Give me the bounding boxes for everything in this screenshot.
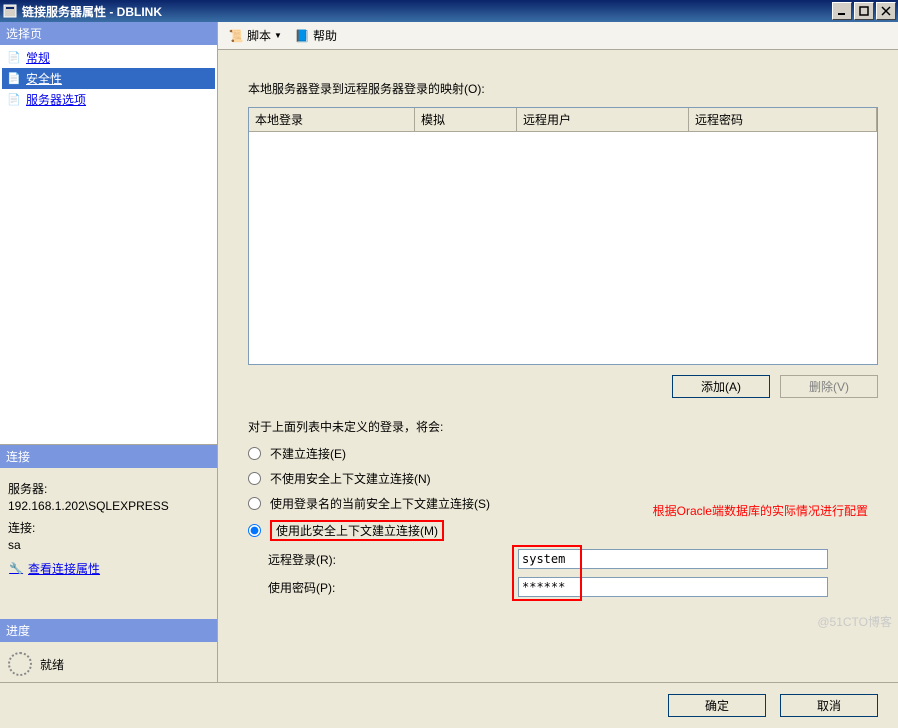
script-label: 脚本 — [247, 27, 271, 44]
main-content: 本地服务器登录到远程服务器登录的映射(O): 本地登录 模拟 远程用户 远程密码… — [218, 50, 898, 682]
radio-no-security-label: 不使用安全上下文建立连接(N) — [270, 470, 431, 487]
conn-value: sa — [8, 538, 209, 552]
page-icon: 📄 — [6, 92, 22, 108]
radio-current-security[interactable] — [248, 497, 261, 510]
radio-no-security[interactable] — [248, 472, 261, 485]
progress-header: 进度 — [0, 619, 217, 642]
undefined-login-label: 对于上面列表中未定义的登录，将会: — [248, 418, 878, 435]
radio-current-security-label: 使用登录名的当前安全上下文建立连接(S) — [270, 495, 490, 512]
view-connection-text: 查看连接属性 — [28, 560, 100, 577]
grid-header: 本地登录 模拟 远程用户 远程密码 — [249, 108, 877, 132]
minimize-button[interactable] — [832, 2, 852, 20]
connection-section: 服务器: 192.168.1.202\SQLEXPRESS 连接: sa 🔧 查… — [0, 468, 217, 583]
progress-section: 就绪 — [0, 642, 217, 682]
mapping-grid[interactable]: 本地登录 模拟 远程用户 远程密码 — [248, 107, 878, 365]
left-panel: 选择页 📄 常规 📄 安全性 📄 服务器选项 连接 服务器: 192.168.1… — [0, 22, 218, 682]
nav-label: 常规 — [26, 49, 50, 66]
nav-item-security[interactable]: 📄 安全性 — [2, 68, 215, 89]
delete-button[interactable]: 删除(V) — [780, 375, 878, 398]
connection-header: 连接 — [0, 445, 217, 468]
radio-this-security[interactable] — [248, 524, 261, 537]
col-impersonate: 模拟 — [415, 108, 517, 131]
nav-label: 服务器选项 — [26, 91, 86, 108]
radio-no-connect-row[interactable]: 不建立连接(E) — [248, 445, 878, 462]
window-controls — [832, 2, 896, 20]
col-remote-user: 远程用户 — [517, 108, 689, 131]
nav-list: 📄 常规 📄 安全性 📄 服务器选项 — [0, 45, 217, 445]
titlebar: 链接服务器属性 - DBLINK — [0, 0, 898, 22]
mapping-label: 本地服务器登录到远程服务器登录的映射(O): — [248, 80, 878, 97]
radio-no-security-row[interactable]: 不使用安全上下文建立连接(N) — [248, 470, 878, 487]
col-remote-password: 远程密码 — [689, 108, 877, 131]
server-value: 192.168.1.202\SQLEXPRESS — [8, 499, 209, 513]
ok-button[interactable]: 确定 — [668, 694, 766, 717]
dialog-footer: 确定 取消 — [0, 682, 898, 728]
nav-label: 安全性 — [26, 70, 62, 87]
server-label: 服务器: — [8, 480, 209, 497]
right-panel: 📜 脚本 ▼ 📘 帮助 本地服务器登录到远程服务器登录的映射(O): 本地登录 … — [218, 22, 898, 682]
close-button[interactable] — [876, 2, 896, 20]
radio-this-security-row[interactable]: 使用此安全上下文建立连接(M) — [248, 520, 878, 541]
select-page-header: 选择页 — [0, 22, 217, 45]
radio-this-security-label: 使用此安全上下文建立连接(M) — [270, 520, 444, 541]
help-button[interactable]: 📘 帮助 — [290, 25, 341, 46]
window-title: 链接服务器属性 - DBLINK — [22, 3, 832, 20]
remote-login-input[interactable] — [518, 549, 828, 569]
toolbar: 📜 脚本 ▼ 📘 帮助 — [218, 22, 898, 50]
properties-icon: 🔧 — [8, 561, 24, 577]
nav-item-general[interactable]: 📄 常规 — [2, 47, 215, 68]
watermark: @51CTO博客 — [817, 613, 892, 630]
cancel-button[interactable]: 取消 — [780, 694, 878, 717]
col-local-login: 本地登录 — [249, 108, 415, 131]
ready-label: 就绪 — [40, 656, 64, 673]
password-input[interactable] — [518, 577, 828, 597]
radio-no-connect-label: 不建立连接(E) — [270, 445, 346, 462]
view-connection-link[interactable]: 🔧 查看连接属性 — [8, 560, 100, 577]
app-icon — [2, 3, 18, 19]
help-icon: 📘 — [294, 28, 310, 44]
radio-no-connect[interactable] — [248, 447, 261, 460]
chevron-down-icon: ▼ — [274, 31, 282, 40]
remote-login-label: 远程登录(R): — [268, 551, 508, 568]
red-annotation: 根据Oracle端数据库的实际情况进行配置 — [653, 502, 868, 519]
maximize-button[interactable] — [854, 2, 874, 20]
script-icon: 📜 — [228, 28, 244, 44]
password-label: 使用密码(P): — [268, 579, 508, 596]
page-icon: 📄 — [6, 71, 22, 87]
spinner-icon — [8, 652, 32, 676]
page-icon: 📄 — [6, 50, 22, 66]
script-dropdown[interactable]: 📜 脚本 ▼ — [224, 25, 286, 46]
conn-label: 连接: — [8, 519, 209, 536]
add-button[interactable]: 添加(A) — [672, 375, 770, 398]
help-label: 帮助 — [313, 27, 337, 44]
nav-item-server-options[interactable]: 📄 服务器选项 — [2, 89, 215, 110]
